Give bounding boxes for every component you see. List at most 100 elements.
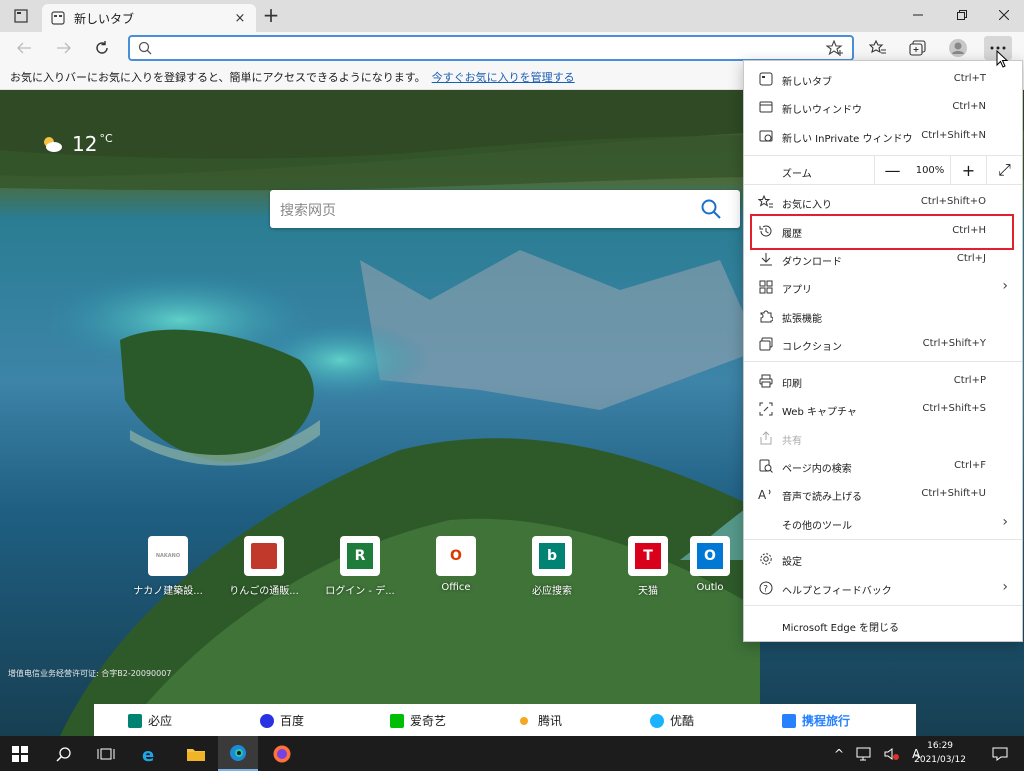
volume-muted-icon[interactable] [884,747,900,761]
menu-settings[interactable]: 設定 [744,546,1022,572]
manage-favorites-link[interactable]: 今すぐお気に入りを管理する [432,69,575,85]
add-favorite-icon[interactable] [826,40,844,56]
menu-label: コレクション [782,342,842,353]
web-search-box[interactable]: 搜索网页 [270,190,740,228]
bottom-link-iqiyi[interactable]: 爱奇艺 [390,712,446,729]
quick-link-label: りんごの通販... [229,586,299,597]
menu-new-inprivate-window[interactable]: 新しい InPrivate ウィンドウ Ctrl+Shift+N [744,123,1022,149]
action-center-button[interactable] [980,736,1020,771]
menu-print[interactable]: 印刷 Ctrl+P [744,368,1022,394]
menu-shortcut: Ctrl+F [954,460,986,471]
taskbar-ie[interactable]: e [130,736,170,771]
printer-icon [758,373,774,389]
zoom-in-button[interactable]: + [950,156,986,184]
menu-label: Web キャプチャ [782,407,857,418]
menu-shortcut: Ctrl+P [953,375,986,386]
address-input[interactable] [158,39,808,57]
quick-link-tile[interactable]: りんごの通販... [216,536,312,597]
taskbar-search-button[interactable] [44,736,84,771]
chevron-up-icon[interactable]: ^ [834,747,844,761]
menu-find-on-page[interactable]: ページ内の検索 Ctrl+F [744,453,1022,479]
windows-taskbar: e ^ A 16:29 2021/03/12 [0,736,1024,771]
clock-date: 2021/03/12 [914,755,966,765]
new-tab-icon [51,11,65,25]
menu-extensions[interactable]: 拡張機能 [744,303,1022,329]
address-bar[interactable] [128,35,854,61]
menu-new-tab[interactable]: 新しいタブ Ctrl+T [744,66,1022,92]
menu-collections[interactable]: コレクション Ctrl+Shift+Y [744,331,1022,357]
bottom-link-label: 携程旅行 [802,714,851,728]
quick-link-tile[interactable]: O Outlo [680,536,740,593]
help-icon: ? [758,580,774,596]
tab-actions-button[interactable] [6,5,36,27]
menu-divider [744,539,1022,540]
quick-link-tile[interactable]: NAKANO ナカノ建築設... [120,536,216,597]
tab-new-tab[interactable]: 新しいタブ × [42,4,256,32]
bottom-link-youku[interactable]: 优酷 [650,712,694,729]
youku-icon [650,713,664,728]
bing-icon [128,713,142,728]
window-icon [758,99,774,115]
quick-link-label: Office [441,582,471,593]
collections-button[interactable] [904,36,932,60]
new-tab-button[interactable]: + [260,4,282,26]
quick-link-tile[interactable]: R ログイン - デ... [312,536,408,597]
fullscreen-button[interactable]: ⤢ [986,156,1022,184]
inprivate-icon [758,128,774,144]
taskbar-clock[interactable]: 16:29 2021/03/12 [914,739,966,767]
firefox-logo-icon [273,745,291,762]
taskbar-edge[interactable] [218,736,258,771]
taskbar-file-explorer[interactable] [176,736,216,771]
tab-title: 新しいタブ [74,11,135,26]
history-highlight-box [750,214,1014,250]
favorites-button[interactable] [864,36,892,60]
svg-text:A: A [758,488,767,501]
restore-button[interactable] [942,0,982,30]
forward-button[interactable] [50,36,78,60]
apple-thumbnail-icon [244,536,284,576]
back-button[interactable] [10,36,38,60]
menu-help-and-feedback[interactable]: ? ヘルプとフィードバック › [744,575,1022,601]
tab-close-button[interactable]: × [232,11,248,26]
refresh-button[interactable] [88,36,116,60]
menu-new-window[interactable]: 新しいウィンドウ Ctrl+N [744,94,1022,120]
favorites-list-icon [869,40,886,54]
menu-favorites[interactable]: お気に入り Ctrl+Shift+O [744,189,1022,215]
menu-read-aloud[interactable]: A 音声で読み上げる Ctrl+Shift+U [744,481,1022,507]
menu-shortcut: Ctrl+J [956,253,986,264]
menu-web-capture[interactable]: Web キャプチャ Ctrl+Shift+S [744,396,1022,422]
network-icon[interactable] [856,747,872,761]
close-window-button[interactable] [984,0,1024,30]
internet-explorer-icon: e [142,745,154,764]
menu-apps[interactable]: アプリ › [744,274,1022,300]
zoom-out-button[interactable]: — [874,156,910,184]
task-view-button[interactable] [86,736,126,771]
search-icon[interactable] [700,198,722,220]
tmall-logo-icon: T [628,536,668,576]
menu-more-tools[interactable]: その他のツール › [744,510,1022,536]
menu-label: 設定 [782,557,802,568]
menu-divider [744,605,1022,606]
bottom-link-label: 爱奇艺 [410,714,447,728]
clock-time: 16:29 [927,741,954,751]
quick-link-tile[interactable]: b 必应搜索 [504,536,600,597]
search-icon [138,41,152,55]
read-aloud-icon: A [758,486,774,502]
menu-label: その他のツール [782,521,852,532]
menu-label: ダウンロード [782,257,842,268]
bottom-link-tencent[interactable]: 腾讯 [520,712,562,729]
quick-links: NAKANO ナカノ建築設... りんごの通販... R ログイン - デ...… [120,536,760,606]
taskbar-firefox[interactable] [262,736,302,771]
bottom-link-bing[interactable]: 必应 [128,712,172,729]
collections-icon [758,336,774,352]
minimize-button[interactable] [898,0,938,30]
start-button[interactable] [0,736,40,771]
profile-button[interactable] [944,36,972,60]
collections-icon [909,40,926,56]
weather-widget[interactable]: 12 °C [40,132,113,156]
menu-zoom-row: ズーム — 100% + ⤢ [744,155,1022,185]
bottom-link-ctrip[interactable]: 携程旅行 [782,712,850,729]
bottom-link-baidu[interactable]: 百度 [260,712,304,729]
menu-close-edge[interactable]: Microsoft Edge を閉じる [744,612,1022,638]
quick-link-tile[interactable]: O Office [408,536,504,593]
